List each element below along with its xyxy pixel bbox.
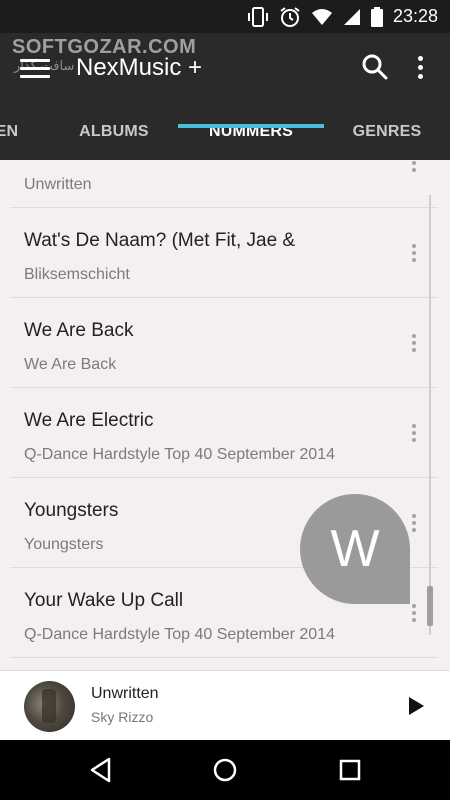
- list-item[interactable]: Wat's De Naam? (Met Fit, Jae & Bliksemsc…: [10, 208, 438, 298]
- battery-icon: [370, 6, 383, 27]
- list-item[interactable]: We Are Electric Q-Dance Hardstyle Top 40…: [10, 388, 438, 478]
- status-icons: 23:28: [247, 0, 438, 33]
- song-album: Unwritten: [24, 176, 92, 193]
- tab-artists[interactable]: EN: [0, 113, 22, 160]
- signal-icon: [343, 8, 360, 25]
- song-title: Wat's De Naam? (Met Fit, Jae &: [24, 230, 296, 251]
- watermark-subtext: سافت گذار: [14, 58, 75, 73]
- search-icon[interactable]: [361, 53, 389, 81]
- song-title: Your Wake Up Call: [24, 590, 184, 611]
- wifi-icon: [311, 8, 332, 25]
- scrollbar-thumb[interactable]: [427, 586, 433, 626]
- status-bar: 23:28: [0, 0, 450, 33]
- home-icon[interactable]: [210, 755, 240, 785]
- tab-songs[interactable]: NUMMERS: [178, 113, 324, 160]
- watermark: SOFTGOZAR.COM: [12, 36, 197, 58]
- vibrate-icon: [247, 6, 268, 27]
- fast-scroll-letter-bubble: W: [300, 494, 410, 604]
- list-item[interactable]: Unwritten: [10, 160, 438, 208]
- list-item[interactable]: We Are Back We Are Back: [10, 298, 438, 388]
- song-more-icon[interactable]: [409, 424, 419, 444]
- system-navigation-bar: [0, 740, 450, 800]
- song-more-icon[interactable]: [409, 244, 419, 264]
- song-more-icon[interactable]: [409, 160, 419, 174]
- album-art[interactable]: [24, 681, 75, 732]
- active-tab-indicator: [178, 124, 324, 128]
- song-album: Q-Dance Hardstyle Top 40 September 2014: [24, 626, 335, 643]
- scrollbar-track[interactable]: [429, 195, 431, 635]
- song-album: We Are Back: [24, 356, 117, 373]
- status-time: 23:28: [392, 6, 438, 26]
- back-icon[interactable]: [86, 755, 116, 785]
- now-playing-bar[interactable]: Unwritten Sky Rizzo: [0, 670, 450, 740]
- song-title: Youngsters: [24, 500, 119, 521]
- song-album: Q-Dance Hardstyle Top 40 September 2014: [24, 446, 335, 463]
- song-more-icon[interactable]: [409, 334, 419, 354]
- play-icon[interactable]: [406, 696, 426, 716]
- song-more-icon[interactable]: [409, 514, 419, 534]
- tab-bar: EN ALBUMS NUMMERS GENRES: [0, 113, 450, 160]
- now-playing-artist: Sky Rizzo: [91, 709, 154, 725]
- now-playing-title: Unwritten: [91, 685, 159, 702]
- song-title: We Are Back: [24, 320, 134, 341]
- song-album: Bliksemschicht: [24, 266, 130, 283]
- song-more-icon[interactable]: [409, 604, 419, 624]
- song-title: We Are Electric: [24, 410, 154, 431]
- more-options-icon[interactable]: [408, 51, 432, 83]
- tab-albums[interactable]: ALBUMS: [56, 113, 172, 160]
- alarm-icon: [280, 6, 300, 27]
- recents-icon[interactable]: [335, 755, 365, 785]
- song-album: Youngsters: [24, 536, 104, 553]
- tab-genres[interactable]: GENRES: [336, 113, 438, 160]
